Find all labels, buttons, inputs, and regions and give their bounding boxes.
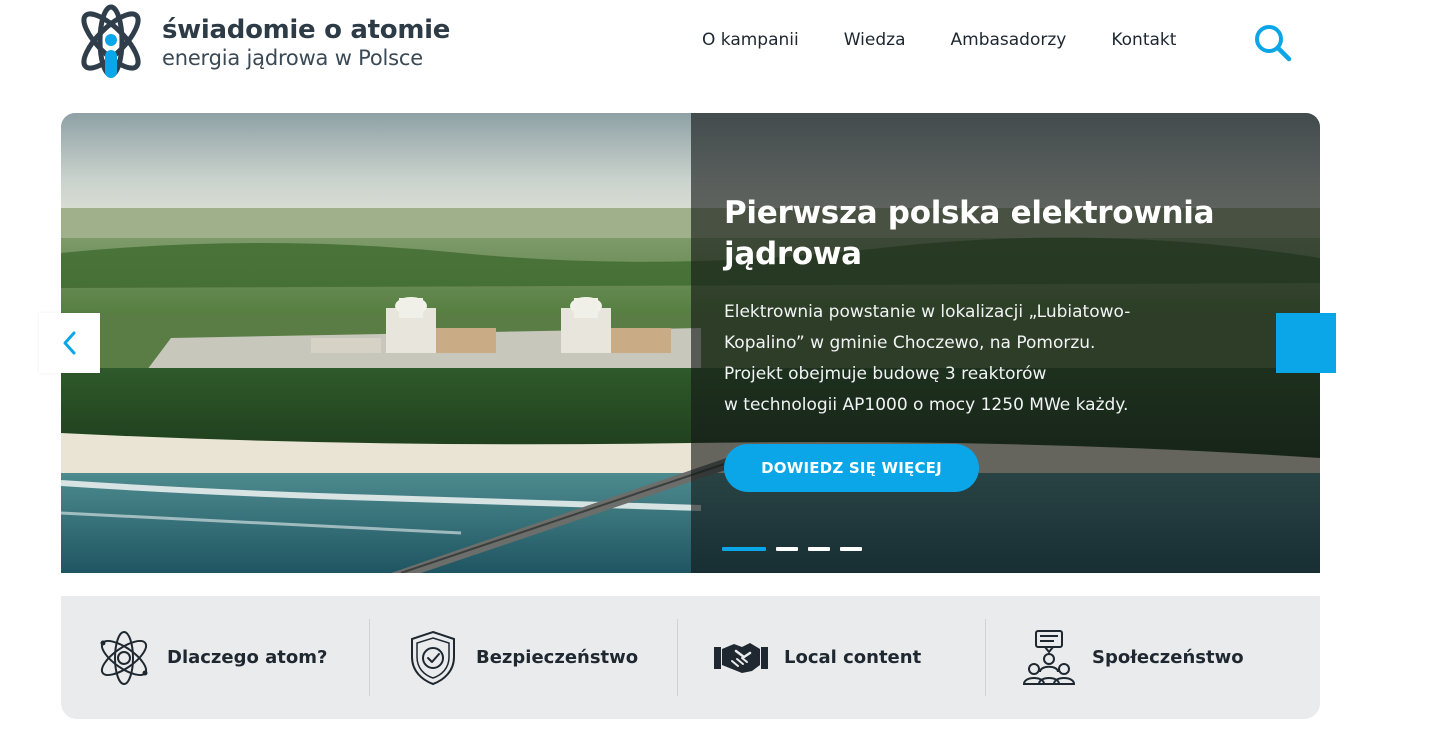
category-label: Dlaczego atom? [167, 647, 328, 668]
slider-pagination [722, 547, 872, 551]
category-local-content[interactable]: Local content [677, 619, 985, 696]
slider-dot-4[interactable] [840, 547, 862, 551]
hero-description-line: Elektrownia powstanie w lokalizacji „Lub… [724, 302, 1131, 322]
slider-dot-3[interactable] [808, 547, 830, 551]
hero-description-line: w technologii AP1000 o mocy 1250 MWe każ… [724, 395, 1129, 415]
hero-description-line: Kopalino” w gminie Choczewo, na Pomorzu. [724, 333, 1096, 353]
hero-slider: Pierwsza polska elektrownia jądrowa Elek… [61, 113, 1320, 573]
nav-item-wiedza[interactable]: Wiedza [844, 30, 906, 50]
nav-item-kontakt[interactable]: Kontakt [1111, 30, 1176, 50]
slider-dot-1[interactable] [722, 547, 766, 551]
hero-description: Elektrownia powstanie w lokalizacji „Lub… [724, 297, 1224, 421]
search-icon [1255, 25, 1292, 62]
site-logo[interactable]: świadomie o atomie energia jądrowa w Pol… [70, 4, 450, 82]
hero-description-line: Projekt obejmuje budowę 3 reaktorów [724, 364, 1047, 384]
learn-more-button[interactable]: DOWIEDZ SIĘ WIĘCEJ [724, 444, 979, 492]
nav-item-o-kampanii[interactable]: O kampanii [702, 30, 799, 50]
nav-item-ambasadorzy[interactable]: Ambasadorzy [951, 30, 1067, 50]
brand-title: świadomie o atomie [162, 15, 451, 45]
slider-next-button[interactable] [1276, 313, 1336, 373]
community-chat-icon [1022, 629, 1076, 685]
site-header: świadomie o atomie energia jądrowa w Pol… [0, 0, 1440, 90]
shield-check-icon [411, 630, 455, 685]
atom-logo-icon [81, 4, 141, 78]
category-bezpieczenstwo[interactable]: Bezpieczeństwo [369, 619, 677, 696]
category-bar: Dlaczego atom? Bezpieczeństwo Local cont… [61, 596, 1320, 719]
category-spoleczenstwo[interactable]: Społeczeństwo [985, 619, 1293, 696]
atom-icon [100, 630, 148, 685]
category-dlaczego-atom[interactable]: Dlaczego atom? [61, 619, 369, 696]
search-button[interactable] [1252, 22, 1294, 64]
slider-dot-2[interactable] [776, 547, 798, 551]
category-label: Local content [784, 647, 922, 668]
main-nav: O kampanii Wiedza Ambasadorzy Kontakt [702, 30, 1176, 50]
handshake-icon [714, 642, 768, 673]
chevron-left-icon [63, 331, 75, 355]
category-label: Społeczeństwo [1092, 647, 1244, 668]
brand-subtitle: energia jądrowa w Polsce [162, 46, 423, 70]
category-label: Bezpieczeństwo [476, 647, 639, 668]
slider-prev-button[interactable] [39, 313, 100, 373]
hero-title: Pierwsza polska elektrownia jądrowa [724, 195, 1215, 272]
